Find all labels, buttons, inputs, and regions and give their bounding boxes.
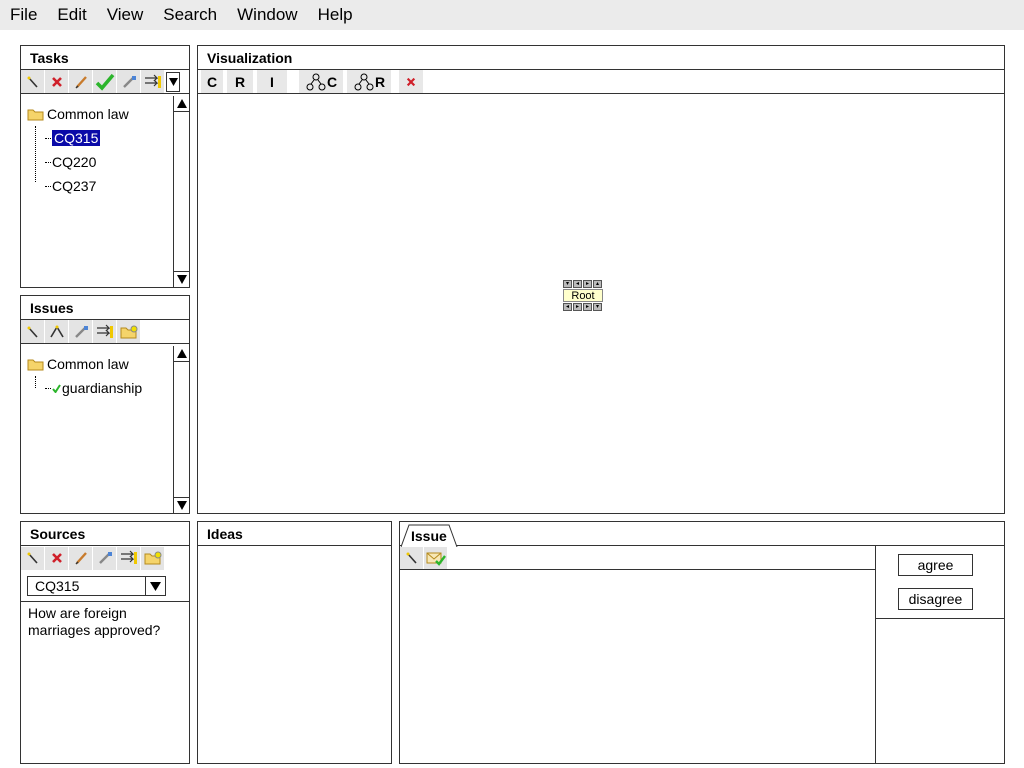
ideas-title: Ideas	[198, 522, 391, 546]
tree-icon	[354, 73, 374, 90]
tree-folder[interactable]: Common law	[27, 352, 173, 376]
issue-tab-strip: Issue	[400, 522, 1004, 547]
handle-icon[interactable]: ▴	[593, 280, 602, 288]
sources-panel: Sources CQ315 How are foreign marriages …	[20, 521, 190, 764]
tasks-folder-label: Common law	[47, 106, 129, 122]
tasks-tree: Common law CQ315 CQ220 CQ237	[21, 96, 173, 287]
magic-wand-icon[interactable]	[400, 546, 424, 569]
menu-view[interactable]: View	[97, 0, 154, 30]
folder-add-icon[interactable]	[141, 546, 165, 570]
magic-wand-icon[interactable]	[21, 546, 45, 570]
source-select[interactable]: CQ315	[27, 576, 166, 596]
relation-button[interactable]: R	[227, 70, 253, 93]
task-item-cq220[interactable]: CQ220	[27, 150, 173, 174]
brush-icon[interactable]	[69, 320, 93, 343]
menu-file[interactable]: File	[0, 0, 47, 30]
issue-item-label: guardianship	[62, 380, 143, 396]
disagree-button[interactable]: disagree	[898, 588, 973, 610]
idea-button[interactable]: I	[257, 70, 287, 93]
handle-icon[interactable]: ▸	[583, 280, 592, 288]
check-icon	[52, 383, 61, 393]
tasks-toolbar	[21, 70, 189, 94]
tree-icon	[306, 73, 326, 90]
source-divider	[21, 601, 189, 602]
chevron-down-icon[interactable]	[145, 577, 165, 595]
issue-side-divider	[875, 546, 876, 763]
menu-edit[interactable]: Edit	[47, 0, 96, 30]
scroll-down-icon[interactable]	[174, 271, 189, 287]
tab-issue-label: Issue	[411, 528, 447, 544]
sources-toolbar	[21, 546, 189, 570]
task-item-cq315[interactable]: CQ315	[27, 126, 173, 150]
issues-scrollbar[interactable]	[173, 346, 189, 513]
issue-toolbar	[400, 546, 875, 570]
delete-icon[interactable]	[45, 546, 69, 570]
root-node[interactable]: ▾ ◂ ▸ ▴ Root ◂ ▸ ▸ ▾	[561, 280, 606, 312]
issues-title: Issues	[21, 296, 189, 320]
magic-wand-icon[interactable]	[21, 70, 45, 93]
source-text: How are foreign marriages approved?	[28, 605, 161, 638]
arrows-icon[interactable]	[93, 320, 117, 343]
magic-wand-icon[interactable]	[21, 320, 45, 343]
tree-relation-button[interactable]: R	[347, 70, 391, 93]
brush-icon[interactable]	[117, 70, 141, 93]
task-item-label: CQ237	[52, 178, 97, 194]
handle-icon[interactable]: ▾	[593, 303, 602, 311]
visualization-title: Visualization	[198, 46, 1004, 70]
visualization-toolbar: C R I C R	[198, 70, 1004, 94]
agree-button[interactable]: agree	[898, 554, 973, 576]
delete-icon	[406, 77, 416, 86]
issues-toolbar	[21, 320, 189, 344]
brush-icon[interactable]	[93, 546, 117, 570]
issues-folder-label: Common law	[47, 356, 129, 372]
menu-help[interactable]: Help	[308, 0, 363, 30]
folder-icon	[27, 359, 44, 371]
handle-icon[interactable]: ◂	[573, 280, 582, 288]
root-node-label: Root	[563, 289, 603, 302]
handle-icon[interactable]: ▾	[563, 280, 572, 288]
menu-search[interactable]: Search	[153, 0, 227, 30]
task-item-label: CQ220	[52, 154, 97, 170]
arrows-icon[interactable]	[141, 70, 165, 93]
pencil-icon[interactable]	[69, 546, 93, 570]
issues-tree: Common law guardianship	[21, 346, 173, 513]
issue-panel: Issue agree disagree	[399, 521, 1005, 764]
task-item-label: CQ315	[52, 130, 101, 146]
check-icon[interactable]	[93, 70, 117, 93]
concept-button[interactable]: C	[201, 70, 223, 93]
tree-concept-label: C	[326, 73, 338, 90]
tasks-panel: Tasks Common law CQ315 CQ220 CQ237	[20, 45, 190, 288]
issue-side-hdivider	[875, 618, 1004, 619]
tasks-scrollbar[interactable]	[173, 96, 189, 287]
scroll-up-icon[interactable]	[174, 96, 189, 112]
scroll-up-icon[interactable]	[174, 346, 189, 362]
ideas-panel: Ideas	[197, 521, 392, 764]
handle-icon[interactable]: ▸	[573, 303, 582, 311]
delete-icon[interactable]	[45, 70, 69, 93]
source-select-value: CQ315	[35, 578, 80, 594]
folder-icon	[27, 109, 44, 121]
double-wand-icon[interactable]	[45, 320, 69, 343]
issue-item-guardianship[interactable]: guardianship	[27, 376, 173, 400]
pencil-icon[interactable]	[69, 70, 93, 93]
tasks-title: Tasks	[21, 46, 189, 70]
scroll-down-icon[interactable]	[174, 497, 189, 513]
task-item-cq237[interactable]: CQ237	[27, 174, 173, 198]
sources-title: Sources	[21, 522, 189, 546]
arrows-icon[interactable]	[117, 546, 141, 570]
menu-bar: File Edit View Search Window Help	[0, 0, 1024, 30]
tree-relation-label: R	[374, 73, 386, 90]
handle-icon[interactable]: ◂	[563, 303, 572, 311]
menu-window[interactable]: Window	[227, 0, 307, 30]
tree-concept-button[interactable]: C	[299, 70, 343, 93]
toolbar-overflow-button[interactable]	[166, 71, 180, 92]
handle-icon[interactable]: ▸	[583, 303, 592, 311]
issues-panel: Issues Common law guardianship	[20, 295, 190, 514]
folder-add-icon[interactable]	[117, 320, 141, 343]
delete-button[interactable]	[399, 70, 423, 93]
envelope-check-icon[interactable]	[424, 546, 448, 569]
tree-folder[interactable]: Common law	[27, 102, 173, 126]
